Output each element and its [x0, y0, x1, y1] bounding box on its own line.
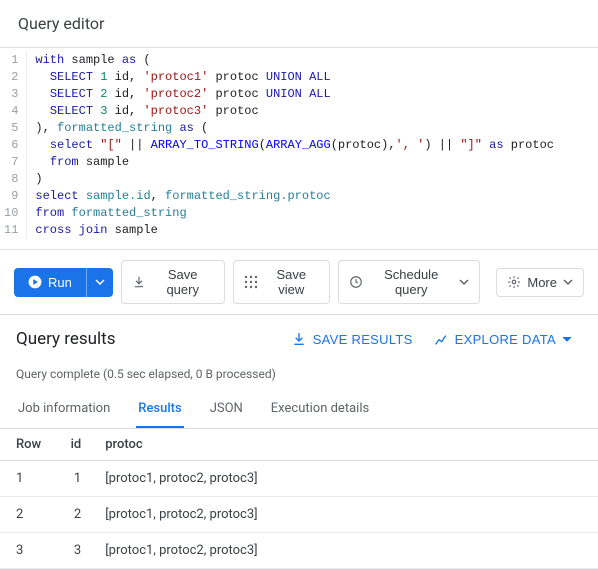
- more-button[interactable]: More: [496, 268, 584, 297]
- line-gutter: 1234567891011: [0, 52, 27, 239]
- schedule-query-button[interactable]: Schedule query: [338, 260, 480, 304]
- schedule-label: Schedule query: [369, 267, 453, 297]
- table-row: 22[protoc1, protoc2, protoc3]: [0, 497, 598, 533]
- cell-id: 2: [53, 497, 93, 533]
- tab-job-information[interactable]: Job information: [16, 391, 112, 428]
- download-icon: [291, 331, 307, 347]
- tab-results[interactable]: Results: [136, 391, 183, 428]
- caret-down-icon: [563, 277, 573, 287]
- save-view-label: Save view: [264, 267, 319, 297]
- save-query-button[interactable]: Save query: [121, 260, 225, 304]
- results-header: Query results SAVE RESULTS EXPLORE DATA: [0, 315, 598, 363]
- query-status: Query complete (0.5 sec elapsed, 0 B pro…: [0, 363, 598, 391]
- table-row: 33[protoc1, protoc2, protoc3]: [0, 533, 598, 569]
- results-title: Query results: [16, 329, 281, 349]
- cell-id: 1: [53, 461, 93, 497]
- toolbar: Run Save query Save view Schedule query: [0, 250, 598, 315]
- cell-protoc: [protoc1, protoc2, protoc3]: [93, 497, 598, 533]
- cell-protoc: [protoc1, protoc2, protoc3]: [93, 461, 598, 497]
- cell-row: 1: [0, 461, 53, 497]
- col-row: Row: [0, 429, 53, 461]
- chart-icon: [433, 331, 449, 347]
- tab-json[interactable]: JSON: [208, 391, 245, 428]
- editor-title: Query editor: [0, 0, 598, 48]
- clock-icon: [349, 275, 363, 289]
- caret-down-icon: [459, 277, 469, 287]
- col-protoc: protoc: [93, 429, 598, 461]
- grid-icon: [244, 275, 258, 289]
- cell-protoc: [protoc1, protoc2, protoc3]: [93, 533, 598, 569]
- table-row: 11[protoc1, protoc2, protoc3]: [0, 461, 598, 497]
- save-view-button[interactable]: Save view: [233, 260, 330, 304]
- save-results-label: SAVE RESULTS: [313, 332, 413, 347]
- caret-down-icon: [562, 334, 572, 344]
- code-editor[interactable]: 1234567891011 with sample as ( SELECT 1 …: [0, 48, 598, 250]
- results-table: Row id protoc 11[protoc1, protoc2, proto…: [0, 429, 598, 569]
- gear-icon: [507, 275, 521, 289]
- more-label: More: [527, 275, 557, 290]
- explore-data-button[interactable]: EXPLORE DATA: [423, 325, 582, 353]
- col-id: id: [53, 429, 93, 461]
- save-results-button[interactable]: SAVE RESULTS: [281, 325, 423, 353]
- caret-down-icon: [95, 277, 105, 287]
- cell-row: 2: [0, 497, 53, 533]
- download-icon: [132, 275, 146, 289]
- explore-data-label: EXPLORE DATA: [455, 332, 556, 347]
- cell-id: 3: [53, 533, 93, 569]
- code-content[interactable]: with sample as ( SELECT 1 id, 'protoc1' …: [27, 52, 554, 239]
- result-tabs: Job information Results JSON Execution d…: [0, 391, 598, 429]
- run-dropdown-button[interactable]: [86, 268, 113, 297]
- tab-execution-details[interactable]: Execution details: [269, 391, 371, 428]
- save-query-label: Save query: [152, 267, 214, 297]
- cell-row: 3: [0, 533, 53, 569]
- run-label: Run: [48, 275, 72, 290]
- run-button[interactable]: Run: [14, 268, 86, 297]
- play-icon: [28, 275, 42, 289]
